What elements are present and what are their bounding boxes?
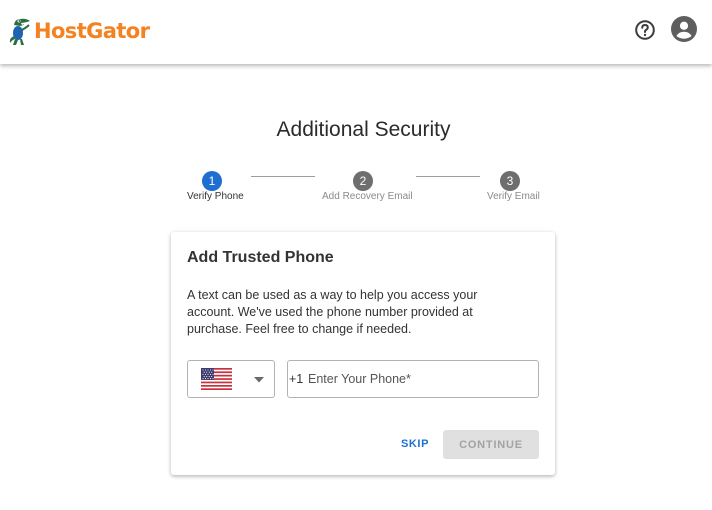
step-connector (416, 176, 480, 177)
account-circle-icon[interactable] (671, 16, 697, 42)
country-code-select[interactable] (187, 360, 275, 398)
step-2-label: Add Recovery Email (322, 191, 413, 202)
trusted-phone-card: Add Trusted Phone A text can be used as … (171, 232, 555, 475)
logo-wordmark: HostGator (34, 19, 150, 43)
gator-mascot-icon (9, 18, 30, 45)
hostgator-logo[interactable]: HostGator (8, 14, 150, 48)
help-circle-icon[interactable] (634, 19, 656, 41)
top-bar: HostGator (0, 0, 712, 64)
us-flag-icon (201, 368, 232, 390)
continue-button[interactable]: CONTINUE (443, 430, 539, 459)
card-description: A text can be used as a way to help you … (187, 288, 478, 336)
card-title: Add Trusted Phone (187, 249, 334, 266)
step-connector (251, 176, 315, 177)
step-3-label: Verify Email (487, 191, 540, 202)
step-3-indicator: 3 (500, 171, 520, 191)
phone-input[interactable] (306, 362, 534, 396)
step-2-indicator: 2 (353, 171, 373, 191)
skip-button[interactable]: SKIP (396, 430, 434, 458)
phone-field: +1 (287, 360, 539, 398)
progress-stepper: 1 Verify Phone 2 Add Recovery Email 3 Ve… (0, 170, 712, 210)
page-title: Additional Security (276, 118, 451, 141)
phone-country-prefix: +1 (289, 372, 304, 386)
step-1-indicator: 1 (202, 171, 222, 191)
step-1-label: Verify Phone (187, 191, 244, 202)
caret-down-icon (254, 377, 264, 383)
